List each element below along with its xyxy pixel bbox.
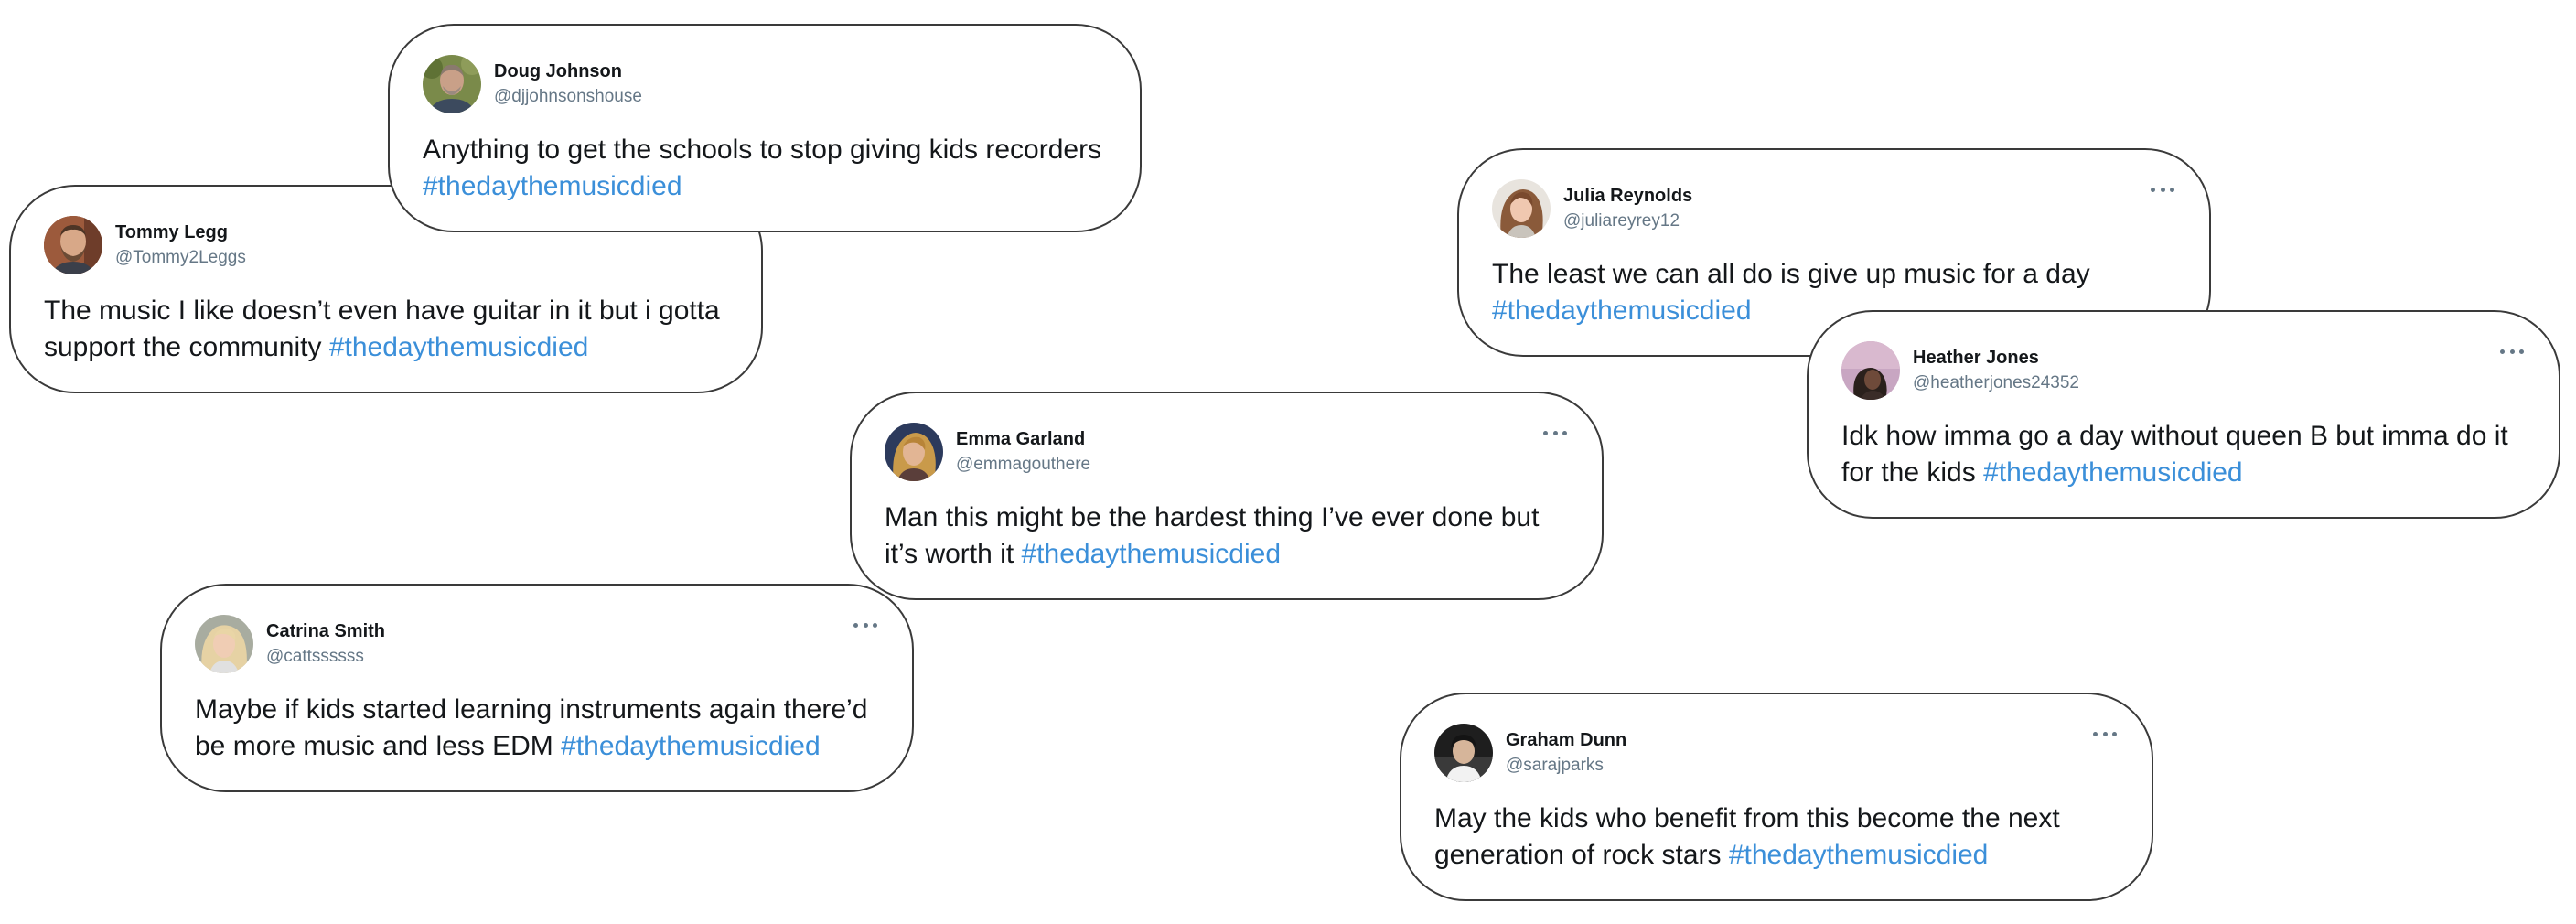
author-name[interactable]: Heather Jones xyxy=(1913,345,2079,371)
hashtag-link[interactable]: #thedaythemusicdied xyxy=(1983,457,2243,488)
tweet-header: Emma Garland @emmagouthere xyxy=(885,423,1569,481)
tweet-text: Man this might be the hardest thing I’ve… xyxy=(885,500,1569,573)
author-name[interactable]: Graham Dunn xyxy=(1506,727,1626,753)
tweet-text: May the kids who benefit from this becom… xyxy=(1434,800,2119,874)
author-name[interactable]: Emma Garland xyxy=(956,426,1090,452)
avatar[interactable] xyxy=(423,55,481,113)
author-handle[interactable]: @sarajparks xyxy=(1506,753,1626,779)
tweet-body-text: Anything to get the schools to stop givi… xyxy=(423,134,1102,165)
avatar[interactable] xyxy=(1492,179,1551,238)
author-handle[interactable]: @cattssssss xyxy=(266,644,385,670)
tweet-header: Doug Johnson @djjohnsonshouse xyxy=(423,55,1107,113)
hashtag-link[interactable]: #thedaythemusicdied xyxy=(1022,539,1282,569)
more-options-icon[interactable] xyxy=(2151,183,2174,196)
tweet-card[interactable]: Emma Garland @emmagouthere Man this migh… xyxy=(850,392,1604,600)
author-name[interactable]: Julia Reynolds xyxy=(1563,183,1692,209)
tweet-header: Catrina Smith @cattssssss xyxy=(195,615,879,673)
avatar[interactable] xyxy=(195,615,253,673)
tweet-text: The music I like doesn’t even have guita… xyxy=(44,293,728,366)
avatar[interactable] xyxy=(1434,724,1493,782)
more-options-icon[interactable] xyxy=(853,618,877,631)
author-handle[interactable]: @Tommy2Leggs xyxy=(115,245,246,271)
tweet-text: Maybe if kids started learning instrumen… xyxy=(195,692,879,765)
hashtag-link[interactable]: #thedaythemusicdied xyxy=(423,171,682,201)
author-name[interactable]: Tommy Legg xyxy=(115,220,246,245)
author-handle[interactable]: @djjohnsonshouse xyxy=(494,84,642,110)
more-options-icon[interactable] xyxy=(2500,345,2524,358)
hashtag-link[interactable]: #thedaythemusicdied xyxy=(1492,295,1752,326)
hashtag-link[interactable]: #thedaythemusicdied xyxy=(561,731,821,761)
tweet-body-text: The least we can all do is give up music… xyxy=(1492,259,2090,289)
avatar[interactable] xyxy=(1841,341,1900,400)
tweet-text: Anything to get the schools to stop givi… xyxy=(423,132,1107,205)
hashtag-link[interactable]: #thedaythemusicdied xyxy=(1729,840,1989,870)
hashtag-link[interactable]: #thedaythemusicdied xyxy=(329,332,589,362)
author-handle[interactable]: @juliareyrey12 xyxy=(1563,209,1692,234)
avatar[interactable] xyxy=(44,216,102,274)
more-options-icon[interactable] xyxy=(1543,426,1567,439)
tweet-text: Idk how imma go a day without queen B bu… xyxy=(1841,418,2526,491)
author-handle[interactable]: @heatherjones24352 xyxy=(1913,371,2079,396)
tweet-header: Graham Dunn @sarajparks xyxy=(1434,724,2119,782)
tweet-header: Julia Reynolds @juliareyrey12 xyxy=(1492,179,2176,238)
author-name[interactable]: Catrina Smith xyxy=(266,618,385,644)
tweet-card[interactable]: Heather Jones @heatherjones24352 Idk how… xyxy=(1807,310,2560,519)
author-name[interactable]: Doug Johnson xyxy=(494,59,642,84)
tweet-card[interactable]: Doug Johnson @djjohnsonshouse Anything t… xyxy=(388,24,1142,232)
more-options-icon[interactable] xyxy=(2093,727,2117,740)
avatar[interactable] xyxy=(885,423,943,481)
tweet-card[interactable]: Graham Dunn @sarajparks May the kids who… xyxy=(1400,693,2153,901)
tweet-header: Heather Jones @heatherjones24352 xyxy=(1841,341,2526,400)
tweet-card[interactable]: Catrina Smith @cattssssss Maybe if kids … xyxy=(160,584,914,792)
author-handle[interactable]: @emmagouthere xyxy=(956,452,1090,478)
